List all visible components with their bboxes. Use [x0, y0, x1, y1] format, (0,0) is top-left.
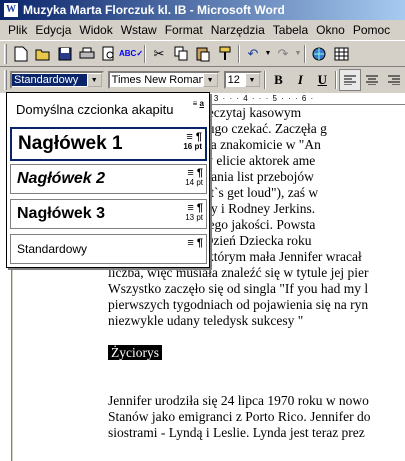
- redo-dropdown-icon[interactable]: ▼: [294, 43, 302, 65]
- menu-narzedzia[interactable]: Narzędzia: [207, 23, 269, 37]
- align-center-icon[interactable]: [361, 69, 383, 91]
- standard-toolbar: ABC✓ ✂ ↶ ▼ ↷ ▼: [0, 41, 405, 67]
- section-heading-selected[interactable]: Życiorys: [108, 345, 162, 360]
- print-preview-icon[interactable]: [98, 43, 120, 65]
- toolbar-separator: [304, 44, 306, 63]
- new-doc-icon[interactable]: [10, 43, 32, 65]
- save-icon[interactable]: [54, 43, 76, 65]
- align-left-icon[interactable]: [339, 69, 362, 91]
- format-painter-icon[interactable]: [214, 43, 236, 65]
- cut-icon[interactable]: ✂: [148, 43, 170, 65]
- doc-line: Jennifer urodziła się 24 lipca 1970 roku…: [108, 393, 369, 408]
- undo-dropdown-icon[interactable]: ▼: [264, 43, 272, 65]
- chevron-down-icon[interactable]: ▼: [244, 73, 260, 87]
- style-size-label: 16 pt: [183, 142, 202, 151]
- paste-icon[interactable]: [192, 43, 214, 65]
- menu-pomoc[interactable]: Pomoc: [349, 23, 394, 37]
- style-marks: ≡ ¶: [187, 237, 203, 249]
- style-marks: ≡ ¶ 16 pt: [183, 131, 202, 152]
- toolbar-grip[interactable]: [4, 43, 7, 64]
- menu-format[interactable]: Format: [161, 23, 207, 37]
- style-option-heading-3[interactable]: Nagłówek 3 ≡ ¶ 13 pt: [10, 199, 207, 229]
- doc-line: [132, 377, 405, 393]
- toolbar-separator: [263, 71, 266, 89]
- chevron-down-icon[interactable]: ▼: [86, 73, 102, 87]
- doc-line: [132, 329, 405, 345]
- toolbar-grip[interactable]: [4, 70, 7, 90]
- bold-button[interactable]: B: [268, 69, 290, 91]
- doc-line: Życiorys: [108, 345, 405, 361]
- print-icon[interactable]: [76, 43, 98, 65]
- paragraph-mark-icon: ¶: [196, 237, 203, 249]
- doc-line: Wszystko zaczęło się od singla "If you h…: [108, 281, 369, 296]
- spellcheck-icon[interactable]: ABC✓: [119, 43, 143, 65]
- style-dropdown-list: Domyślna czcionka akapitu ≡ a Nagłówek 1…: [6, 92, 210, 268]
- style-combo-value[interactable]: Standardowy: [12, 74, 87, 86]
- style-marks: ≡ ¶ 13 pt: [185, 202, 203, 223]
- menu-bar: Plik Edycja Widok Wstaw Format Narzędzia…: [0, 20, 405, 41]
- font-size-combo[interactable]: 12 ▼: [223, 71, 262, 89]
- align-right-icon[interactable]: [383, 69, 405, 91]
- word-app-icon[interactable]: W: [4, 3, 18, 17]
- doc-line: Stanów jako emigranci z Porto Rico. Jenn…: [108, 409, 371, 424]
- tables-icon[interactable]: [330, 43, 352, 65]
- italic-button[interactable]: I: [289, 69, 311, 91]
- doc-line: pierwszych tygodniach od pojawienia się …: [108, 297, 369, 312]
- undo-icon[interactable]: ↶: [242, 43, 264, 65]
- formatting-toolbar: Standardowy ▼ Times New Roman ▼ 12 ▼ B I…: [0, 67, 405, 93]
- character-style-icon: a: [199, 99, 204, 108]
- style-size-label: 14 pt: [185, 178, 203, 187]
- doc-line: niezwykle udany teledysk sukcesy ": [108, 313, 304, 328]
- style-option-default-font[interactable]: Domyślna czcionka akapitu ≡ a: [10, 96, 207, 123]
- hyperlink-icon[interactable]: [308, 43, 330, 65]
- menu-plik[interactable]: Plik: [4, 23, 31, 37]
- font-size-value[interactable]: 12: [226, 74, 245, 86]
- menu-edycja[interactable]: Edycja: [31, 23, 75, 37]
- underline-button[interactable]: U: [311, 69, 333, 91]
- menu-okno[interactable]: Okno: [312, 23, 349, 37]
- style-option-heading-1[interactable]: Nagłówek 1 ≡ ¶ 16 pt: [10, 127, 207, 161]
- toolbar-separator: [144, 44, 146, 63]
- style-option-standard[interactable]: Standardowy ≡ ¶: [10, 234, 207, 264]
- chevron-down-icon[interactable]: ▼: [202, 73, 218, 87]
- window-title: Muzyka Marta Florczuk kl. IB - Microsoft…: [23, 3, 285, 17]
- copy-icon[interactable]: [170, 43, 192, 65]
- menu-wstaw[interactable]: Wstaw: [117, 23, 161, 37]
- open-folder-icon[interactable]: [32, 43, 54, 65]
- ruler-marks: · 3 · · · 4 · · · 5 · · · 6 ·: [207, 94, 315, 103]
- font-combo-value[interactable]: Times New Roman: [110, 74, 203, 86]
- font-combo[interactable]: Times New Roman ▼: [107, 71, 220, 89]
- toolbar-separator: [238, 44, 240, 63]
- menu-tabela[interactable]: Tabela: [269, 23, 312, 37]
- menu-widok[interactable]: Widok: [75, 23, 116, 37]
- style-marks: ≡ ¶ 14 pt: [185, 167, 203, 188]
- style-size-label: 13 pt: [185, 213, 203, 222]
- style-marks: ≡ a: [192, 99, 204, 108]
- style-combo[interactable]: Standardowy ▼: [10, 71, 104, 89]
- doc-line: [132, 361, 405, 377]
- toolbar-separator: [335, 71, 338, 89]
- style-option-heading-2[interactable]: Nagłówek 2 ≡ ¶ 14 pt: [10, 164, 207, 194]
- doc-line: siostrami - Lyndą i Leslie. Lynda jest t…: [108, 425, 365, 440]
- redo-icon[interactable]: ↷: [272, 43, 294, 65]
- title-bar: W Muzyka Marta Florczuk kl. IB - Microso…: [0, 0, 405, 20]
